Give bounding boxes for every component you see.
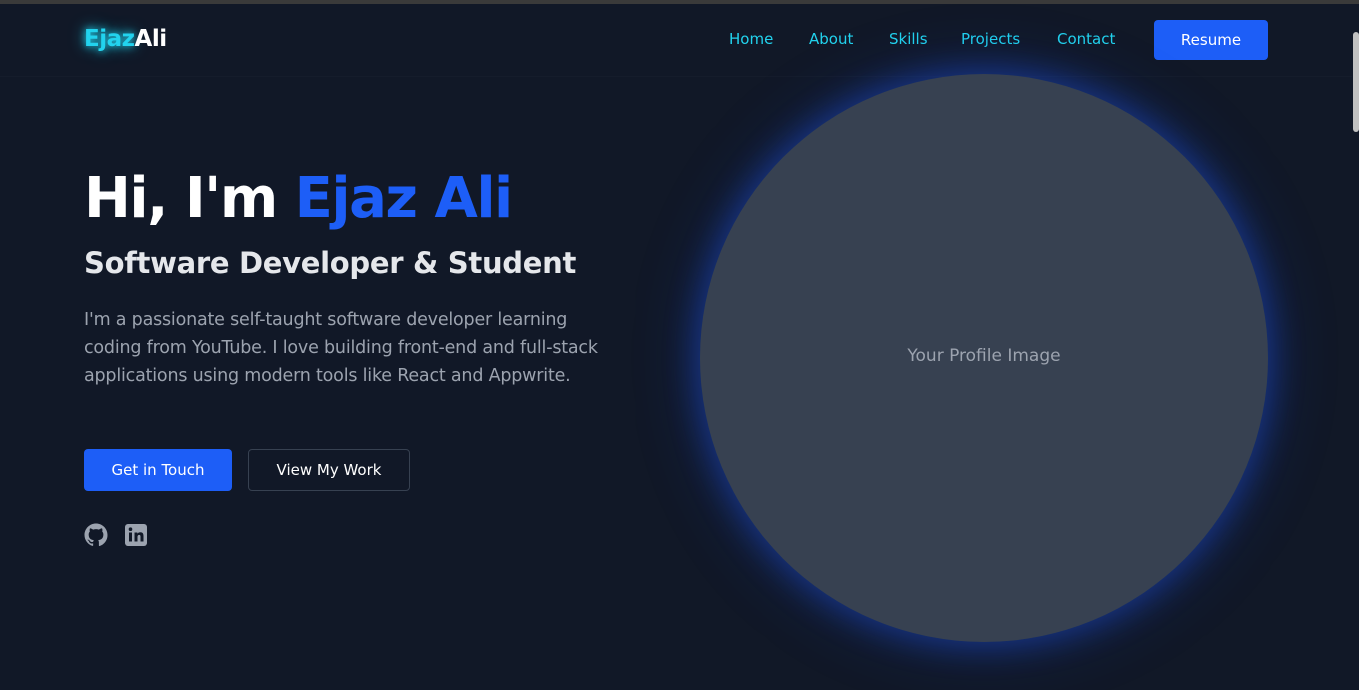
page-scrollbar[interactable] bbox=[1352, 4, 1359, 690]
nav-link-home[interactable]: Home bbox=[729, 28, 773, 50]
hero-greeting: Hi, I'm bbox=[84, 166, 295, 231]
profile-image-placeholder: Your Profile Image bbox=[700, 74, 1268, 642]
nav-link-projects[interactable]: Projects bbox=[961, 28, 1020, 50]
nav-link-contact[interactable]: Contact bbox=[1057, 28, 1115, 50]
scrollbar-thumb[interactable] bbox=[1353, 32, 1359, 132]
navbar: EjazAli Home About Skills Projects Conta… bbox=[0, 4, 1352, 76]
hero-title: Hi, I'm Ejaz Ali bbox=[84, 166, 514, 232]
nav-links: Home About Skills Projects Contact bbox=[0, 28, 1352, 52]
hero-subtitle: Software Developer & Student bbox=[84, 246, 577, 280]
resume-button[interactable]: Resume bbox=[1154, 20, 1268, 60]
nav-link-about[interactable]: About bbox=[809, 28, 853, 50]
get-in-touch-button[interactable]: Get in Touch bbox=[84, 449, 232, 491]
linkedin-icon[interactable] bbox=[124, 523, 148, 547]
view-my-work-button[interactable]: View My Work bbox=[248, 449, 410, 491]
github-icon[interactable] bbox=[84, 523, 108, 547]
profile-image-label: Your Profile Image bbox=[907, 346, 1061, 366]
hero-bio: I'm a passionate self-taught software de… bbox=[84, 310, 598, 386]
hero-name: Ejaz Ali bbox=[294, 166, 514, 231]
nav-link-skills[interactable]: Skills bbox=[889, 28, 928, 50]
